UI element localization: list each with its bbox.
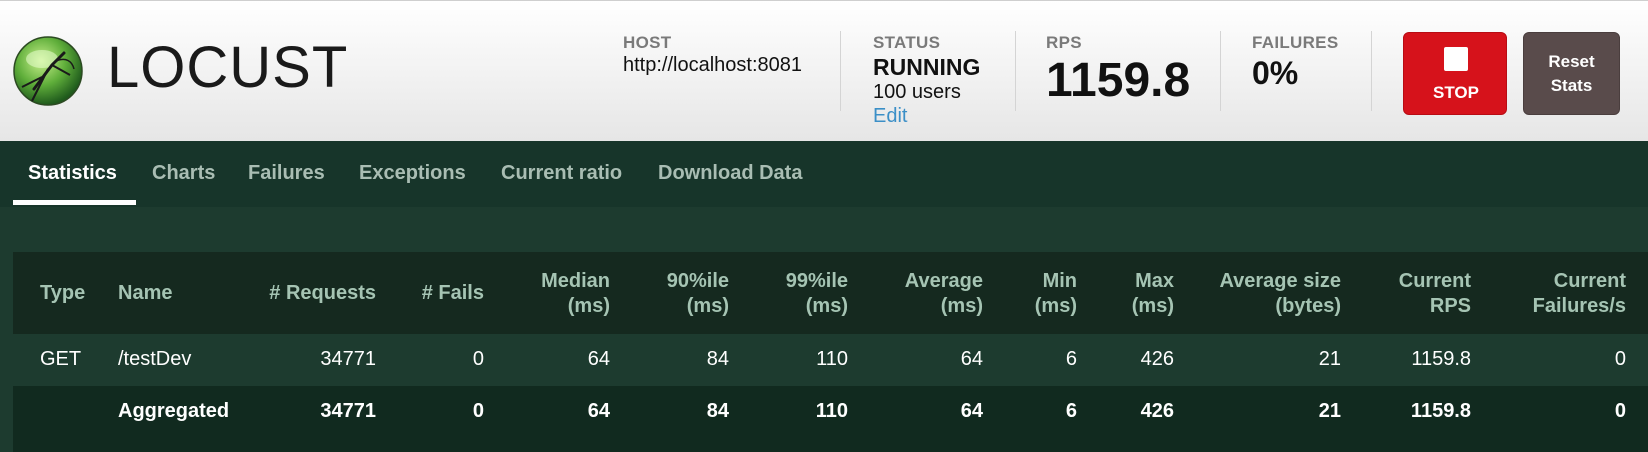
cell-average-size: 21 xyxy=(1318,348,1341,370)
col-header-average-size[interactable]: Average size (bytes) xyxy=(1219,269,1341,319)
host-label: HOST xyxy=(623,33,672,52)
status-value: RUNNING xyxy=(873,54,981,80)
active-tab-indicator xyxy=(13,200,136,205)
header-divider xyxy=(1371,31,1372,111)
cell-average: 64 xyxy=(960,348,983,370)
cell-p99: 110 xyxy=(815,400,848,422)
table-header: Type Name # Requests # Fails Median (ms) … xyxy=(13,252,1648,334)
edit-users-link[interactable]: Edit xyxy=(873,105,907,128)
cell-p99: 110 xyxy=(816,348,848,370)
locust-logo[interactable]: LOCUST xyxy=(12,33,347,109)
failures-box: FAILURES 0% xyxy=(1252,1,1382,142)
cell-median: 64 xyxy=(587,348,610,370)
col-header-min[interactable]: Min (ms) xyxy=(1035,269,1077,319)
status-box: STATUS RUNNING 100 users Edit xyxy=(873,1,1013,142)
col-header-type[interactable]: Type xyxy=(40,281,85,306)
tab-failures[interactable]: Failures xyxy=(248,141,325,207)
tab-current-ratio[interactable]: Current ratio xyxy=(501,141,622,207)
locust-globe-icon xyxy=(13,36,83,106)
table-row-aggregated: Aggregated 34771 0 64 84 110 64 6 426 21… xyxy=(13,386,1648,441)
tab-bar: Statistics Charts Failures Exceptions Cu… xyxy=(0,141,1648,207)
cell-p90: 84 xyxy=(706,348,729,370)
col-header-max[interactable]: Max (ms) xyxy=(1132,269,1174,319)
rps-box: RPS 1159.8 xyxy=(1046,1,1206,142)
cell-fails: 0 xyxy=(472,348,484,370)
header-divider xyxy=(1015,31,1016,111)
tab-charts[interactable]: Charts xyxy=(152,141,215,207)
table-row: GET /testDev 34771 0 64 84 110 64 6 426 … xyxy=(13,334,1648,386)
col-header-p99[interactable]: 99%ile (ms) xyxy=(786,269,848,319)
stop-label: STOP xyxy=(1433,83,1479,102)
cell-current-failures: 0 xyxy=(1614,400,1626,422)
stop-button[interactable]: STOP xyxy=(1403,32,1507,115)
tab-download-data[interactable]: Download Data xyxy=(658,141,802,207)
col-header-median[interactable]: Median (ms) xyxy=(541,269,610,319)
host-box: HOST http://localhost:8081 xyxy=(623,1,823,142)
rps-value: 1159.8 xyxy=(1046,54,1191,107)
cell-median: 64 xyxy=(587,400,610,422)
cell-average-size: 21 xyxy=(1318,400,1341,422)
cell-type: GET xyxy=(40,348,82,370)
stats-table: Type Name # Requests # Fails Median (ms) … xyxy=(13,252,1648,452)
stop-icon xyxy=(1444,47,1468,71)
failures-value: 0% xyxy=(1252,55,1299,91)
header-divider xyxy=(1220,31,1221,111)
logo-wordmark: LOCUST xyxy=(107,35,349,100)
cell-name: /testDev xyxy=(118,348,192,370)
cell-current-failures: 0 xyxy=(1614,348,1626,370)
col-header-requests[interactable]: # Requests xyxy=(269,281,376,306)
col-header-current-rps[interactable]: Current RPS xyxy=(1399,269,1471,319)
cell-max: 426 xyxy=(1140,400,1174,422)
cell-name: Aggregated xyxy=(118,400,230,422)
tab-statistics[interactable]: Statistics xyxy=(28,141,117,207)
cell-average: 64 xyxy=(960,400,983,422)
col-header-average[interactable]: Average (ms) xyxy=(905,269,983,319)
rps-label: RPS xyxy=(1046,33,1082,52)
status-label: STATUS xyxy=(873,33,941,52)
failures-label: FAILURES xyxy=(1252,33,1339,52)
col-header-current-failures[interactable]: Current Failures/s xyxy=(1533,269,1626,319)
cell-requests: 34771 xyxy=(320,348,376,370)
header-divider xyxy=(840,31,841,111)
reset-label-line1: Reset xyxy=(1548,51,1595,71)
cell-max: 426 xyxy=(1140,348,1174,370)
top-header: LOCUST HOST http://localhost:8081 STATUS… xyxy=(0,0,1648,141)
col-header-p90[interactable]: 90%ile (ms) xyxy=(667,269,729,319)
cell-current-rps: 1159.8 xyxy=(1411,348,1471,370)
reset-stats-button[interactable]: Reset Stats xyxy=(1523,32,1620,115)
cell-min: 6 xyxy=(1065,400,1077,422)
user-count: 100 users xyxy=(873,81,961,103)
reset-label-line2: Stats xyxy=(1550,75,1593,95)
cell-p90: 84 xyxy=(706,400,729,422)
col-header-name[interactable]: Name xyxy=(118,281,172,306)
col-header-fails[interactable]: # Fails xyxy=(422,281,484,306)
cell-requests: 34771 xyxy=(320,400,376,422)
cell-fails: 0 xyxy=(472,400,484,422)
host-value: http://localhost:8081 xyxy=(623,54,803,76)
cell-current-rps: 1159.8 xyxy=(1410,400,1471,422)
cell-min: 6 xyxy=(1065,348,1077,370)
tab-exceptions[interactable]: Exceptions xyxy=(359,141,466,207)
